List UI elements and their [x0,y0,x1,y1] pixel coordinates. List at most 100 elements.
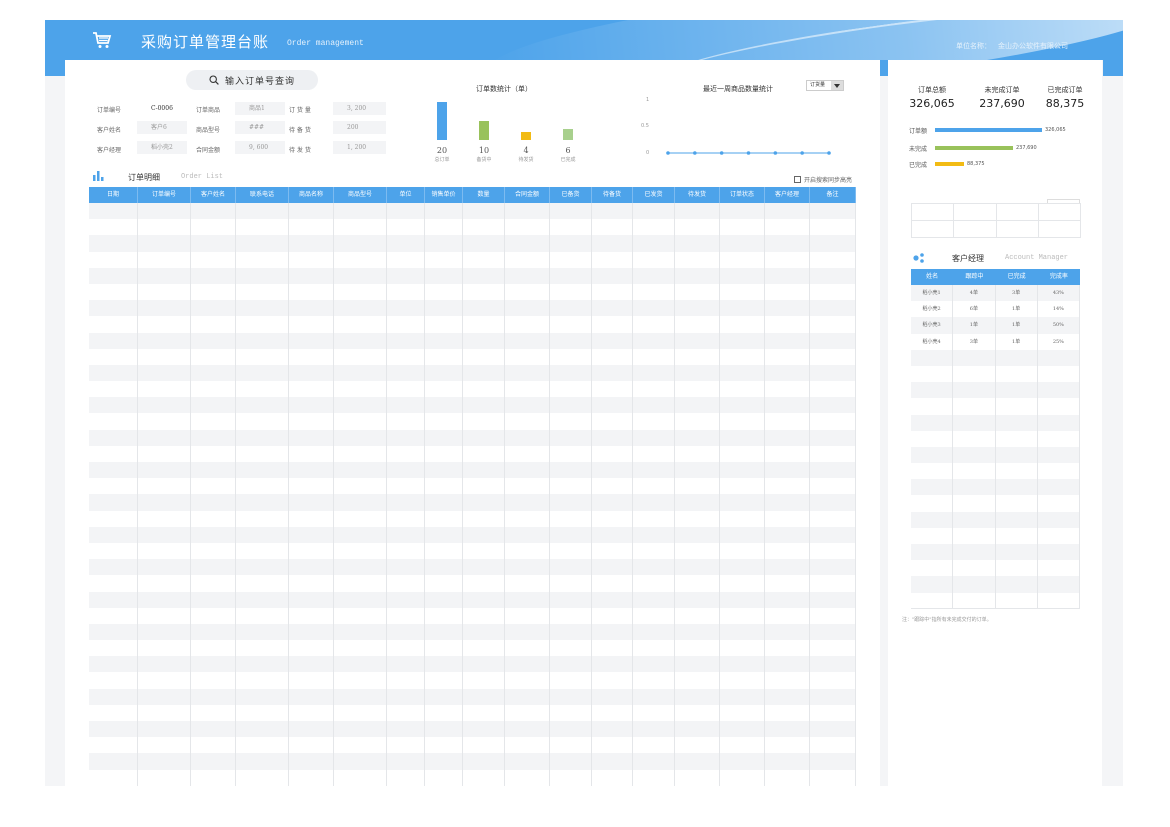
table-cell[interactable] [191,769,236,786]
table-cell[interactable] [334,591,387,608]
table-cell[interactable] [633,591,675,608]
table-cell[interactable] [236,316,289,333]
table-cell[interactable] [592,559,633,576]
table-cell[interactable] [387,640,425,657]
table-cell[interactable] [89,219,138,236]
table-cell[interactable] [289,300,334,317]
table-cell[interactable] [138,332,191,349]
table-cell[interactable] [675,300,720,317]
table-cell[interactable] [765,478,810,495]
table-cell[interactable] [334,429,387,446]
table-cell[interactable] [720,251,765,268]
table-cell[interactable] [810,510,856,527]
table-cell[interactable] [138,640,191,657]
table-cell[interactable] [89,413,138,430]
table-cell[interactable] [387,316,425,333]
table-cell[interactable] [334,607,387,624]
table-cell[interactable] [138,769,191,786]
table-cell[interactable] [387,462,425,479]
table-cell[interactable] [592,300,633,317]
table-cell[interactable] [463,219,505,236]
table-cell[interactable] [289,413,334,430]
table-cell[interactable] [236,623,289,641]
table-cell[interactable] [425,381,463,398]
order-column-header[interactable]: 数量 [463,187,505,203]
table-cell[interactable] [953,463,996,480]
table-cell[interactable] [463,640,505,657]
table-cell[interactable] [138,721,191,738]
table-cell[interactable] [505,559,550,576]
table-cell[interactable] [720,526,765,543]
table-cell[interactable] [953,511,996,528]
table-cell[interactable] [505,300,550,317]
table-cell[interactable] [675,267,720,284]
table-cell[interactable] [592,219,633,236]
table-cell[interactable] [463,316,505,333]
table-cell[interactable] [1038,398,1080,415]
table-cell[interactable] [765,267,810,284]
table-cell[interactable] [425,640,463,657]
table-cell[interactable] [765,769,810,786]
table-cell[interactable] [633,300,675,317]
table-cell[interactable] [765,494,810,511]
table-cell[interactable] [289,607,334,624]
table-cell[interactable] [387,300,425,317]
order-column-header[interactable]: 待备货 [592,187,633,203]
table-cell[interactable] [505,510,550,527]
table-cell[interactable] [592,478,633,495]
table-cell[interactable] [592,494,633,511]
table-cell[interactable] [953,349,996,366]
table-cell[interactable] [191,591,236,608]
table-cell[interactable] [765,203,810,220]
table-cell[interactable] [505,526,550,543]
table-cell[interactable] [138,737,191,754]
table-cell[interactable] [138,753,191,770]
table-cell[interactable] [387,591,425,608]
table-cell[interactable]: 稻小壳3 [911,317,954,334]
table-cell[interactable] [334,203,387,220]
table-cell[interactable] [89,251,138,268]
table-cell[interactable] [720,219,765,236]
table-cell[interactable] [911,479,954,496]
table-cell[interactable] [387,203,425,220]
table-cell[interactable] [191,300,236,317]
table-cell[interactable] [675,364,720,382]
table-cell[interactable] [425,769,463,786]
table-cell[interactable] [138,623,191,641]
table-cell[interactable] [138,688,191,705]
table-cell[interactable] [953,446,996,464]
table-cell[interactable] [89,672,138,689]
table-cell[interactable] [138,607,191,624]
table-cell[interactable] [675,510,720,527]
table-cell[interactable] [289,283,334,301]
table-cell[interactable] [387,721,425,738]
table-cell[interactable] [720,316,765,333]
table-cell[interactable] [911,560,954,577]
table-cell[interactable] [463,721,505,738]
mini-table-cell[interactable] [995,220,1039,238]
table-cell[interactable] [810,429,856,446]
table-cell[interactable] [236,526,289,543]
table-cell[interactable] [720,575,765,592]
order-column-header[interactable]: 客户经理 [765,187,810,203]
table-cell[interactable] [334,575,387,592]
table-cell[interactable] [334,348,387,365]
table-cell[interactable] [720,462,765,479]
table-cell[interactable] [236,348,289,365]
table-cell[interactable] [810,478,856,495]
table-cell[interactable] [810,753,856,770]
table-cell[interactable] [138,429,191,446]
table-cell[interactable] [720,510,765,527]
table-cell[interactable]: 6单 [953,301,996,318]
table-cell[interactable] [550,510,592,527]
table-cell[interactable] [550,494,592,511]
table-cell[interactable] [592,737,633,754]
table-cell[interactable] [675,381,720,398]
order-column-header[interactable]: 联系电话 [236,187,289,203]
table-cell[interactable] [425,704,463,721]
table-cell[interactable] [425,672,463,689]
table-cell[interactable] [89,737,138,754]
table-cell[interactable] [236,688,289,705]
table-cell[interactable] [236,429,289,446]
table-cell[interactable] [289,688,334,705]
